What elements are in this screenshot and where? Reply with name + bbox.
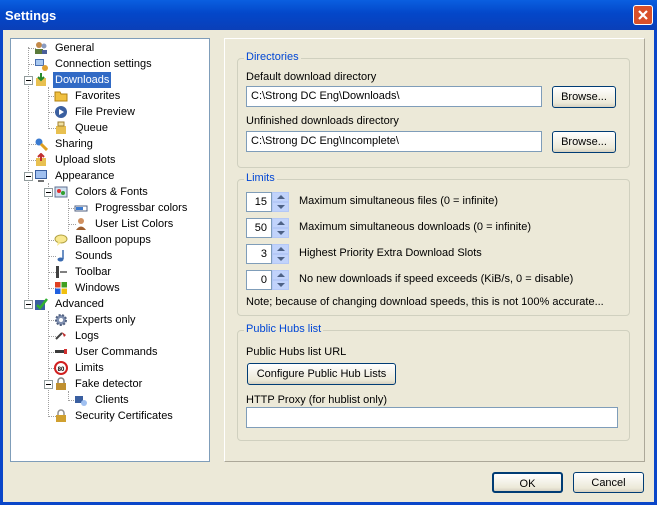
collapse-downloads-toggle[interactable] (24, 76, 33, 85)
close-icon (638, 10, 648, 20)
max-downloads-spinner[interactable]: 50 (246, 218, 290, 238)
limits-group-title: Limits (244, 172, 277, 184)
folder-icon (54, 91, 68, 102)
unfinished-directory-field[interactable]: C:\Strong DC Eng\Incomplete\ (246, 131, 542, 152)
queue-icon (56, 121, 66, 134)
toolbar-icon (56, 266, 67, 278)
gear-icon (55, 314, 67, 326)
directories-group: Directories Default download directory C… (237, 51, 630, 168)
max-files-value[interactable]: 15 (246, 192, 272, 212)
collapse-appearance-toggle[interactable] (24, 172, 33, 181)
max-files-spinner[interactable]: 15 (246, 192, 290, 212)
unfinished-directory-label: Unfinished downloads directory (246, 115, 399, 127)
progressbar-icon (74, 205, 88, 212)
network-icon (35, 59, 48, 71)
default-directory-label: Default download directory (246, 71, 377, 83)
sharing-icon (35, 138, 48, 151)
spin-down-arrow-icon[interactable] (272, 254, 289, 264)
logs-icon (55, 332, 66, 340)
spin-up-arrow-icon[interactable] (272, 244, 289, 254)
download-icon (36, 73, 46, 86)
user-icon (76, 218, 86, 230)
spin-down-arrow-icon[interactable] (272, 202, 289, 212)
lock-icon (56, 377, 66, 390)
http-proxy-field[interactable] (246, 407, 618, 428)
music-note-icon (57, 250, 64, 262)
downloads-settings-panel: Directories Default download directory C… (224, 38, 645, 462)
speed-limit-spinner[interactable]: 0 (246, 270, 290, 290)
cancel-button[interactable]: Cancel (573, 472, 644, 493)
window-title: Settings (5, 8, 57, 23)
browse-default-button[interactable]: Browse... (552, 86, 616, 108)
window-frame-left (0, 30, 3, 505)
svg-text:80: 80 (58, 367, 65, 373)
clients-icon (75, 396, 87, 406)
speed-limit-icon: 80 (54, 361, 68, 375)
windows-logo-icon (55, 282, 67, 294)
limits-group: Limits 15 Maximum simultaneous files (0 … (237, 172, 630, 316)
max-downloads-label: Maximum simultaneous downloads (0 = infi… (299, 221, 532, 233)
commands-icon (55, 349, 67, 354)
padlock-icon (56, 409, 66, 422)
spin-up-arrow-icon[interactable] (272, 192, 289, 202)
collapse-colors-toggle[interactable] (44, 188, 53, 197)
checkmark-icon (35, 298, 48, 310)
configure-hub-lists-button[interactable]: Configure Public Hub Lists (247, 363, 396, 385)
spin-up-arrow-icon[interactable] (272, 270, 289, 280)
public-hubs-group: Public Hubs list Public Hubs list URL Co… (237, 323, 630, 441)
spin-down-arrow-icon[interactable] (272, 228, 289, 238)
speed-limit-label: No new downloads if speed exceeds (KiB/s… (299, 273, 574, 285)
title-bar[interactable]: Settings (0, 0, 657, 30)
upload-icon (36, 153, 46, 166)
users-icon (35, 42, 47, 54)
limits-note: Note; because of changing download speed… (246, 296, 604, 308)
extra-slots-spinner[interactable]: 3 (246, 244, 290, 264)
speed-limit-value[interactable]: 0 (246, 270, 272, 290)
max-files-label: Maximum simultaneous files (0 = infinite… (299, 195, 498, 207)
palette-icon (54, 186, 68, 198)
settings-tree[interactable]: General Connection settings Downloads Fa… (10, 38, 210, 462)
monitor-icon (35, 170, 47, 182)
http-proxy-label: HTTP Proxy (for hublist only) (246, 394, 388, 406)
close-button[interactable] (633, 5, 653, 25)
spin-up-arrow-icon[interactable] (272, 218, 289, 228)
browse-unfinished-button[interactable]: Browse... (552, 131, 616, 153)
max-downloads-value[interactable]: 50 (246, 218, 272, 238)
balloon-icon (54, 234, 68, 246)
directories-group-title: Directories (244, 51, 301, 63)
hubs-url-label: Public Hubs list URL (246, 346, 347, 358)
collapse-fake-detector-toggle[interactable] (44, 380, 53, 389)
public-hubs-group-title: Public Hubs list (244, 323, 324, 335)
collapse-advanced-toggle[interactable] (24, 300, 33, 309)
extra-slots-label: Highest Priority Extra Download Slots (299, 247, 482, 259)
default-directory-field[interactable]: C:\Strong DC Eng\Downloads\ (246, 86, 542, 107)
extra-slots-value[interactable]: 3 (246, 244, 272, 264)
media-play-icon (55, 106, 67, 118)
spin-down-arrow-icon[interactable] (272, 280, 289, 290)
ok-button[interactable]: OK (492, 472, 563, 493)
